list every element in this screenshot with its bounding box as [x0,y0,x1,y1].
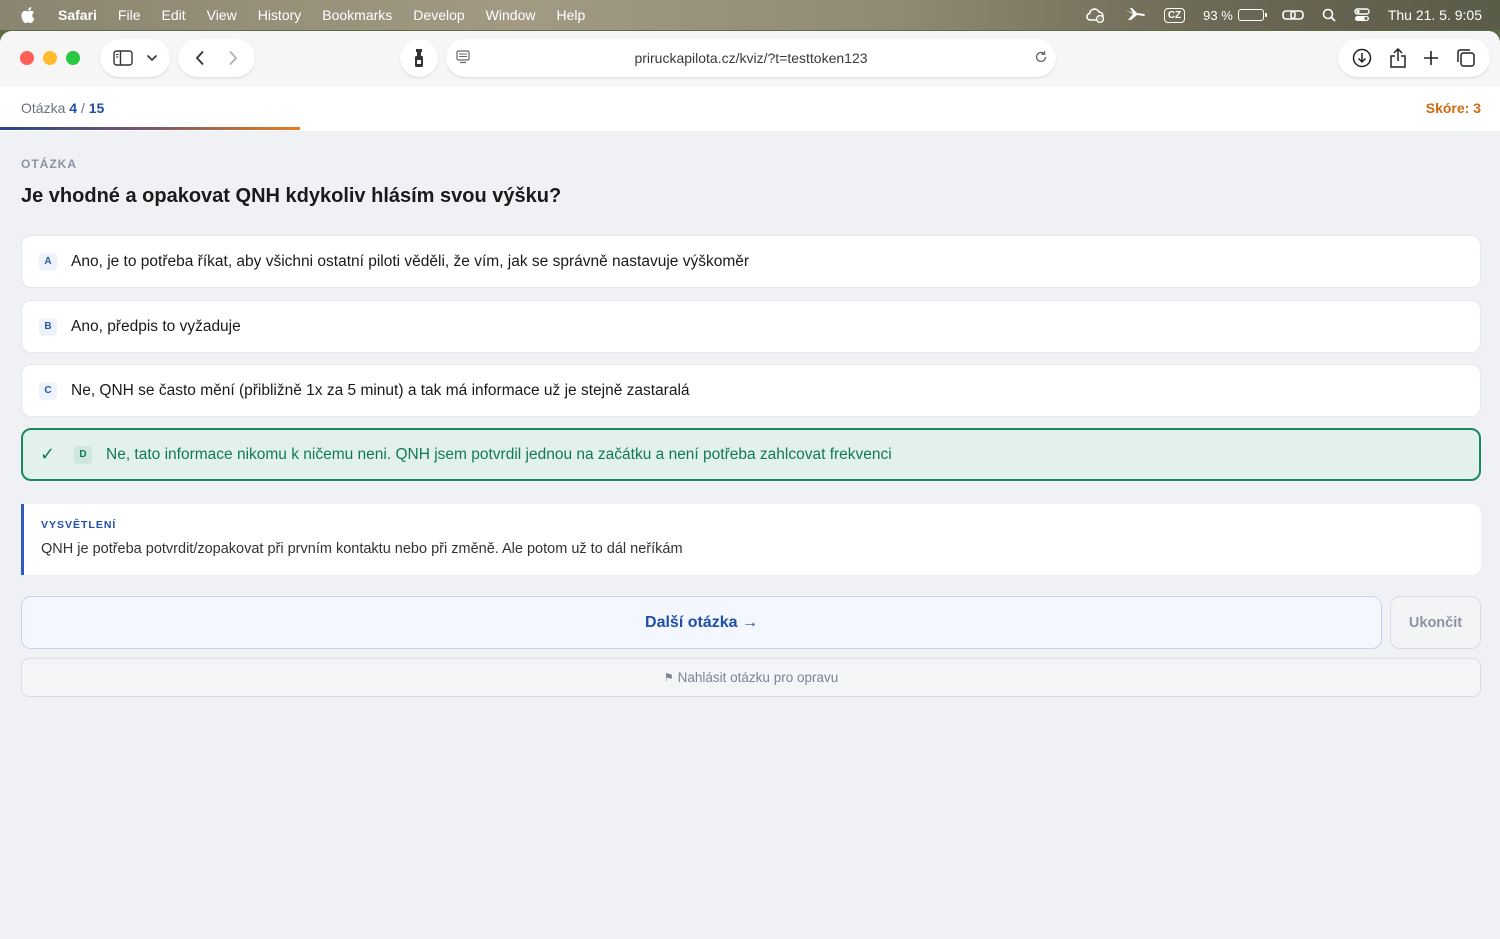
sidebar-icon[interactable] [112,50,133,66]
option-text: Ne, QNH se často mění (přibližně 1x za 5… [71,381,690,399]
airplane-icon[interactable] [1124,8,1146,22]
safari-window: priruckapilota.cz/kviz/?t=testtoken123 O [0,31,1500,939]
checkmark-icon: ✓ [40,444,56,464]
control-center-icon[interactable] [1354,8,1370,22]
quiz-progress-fill [0,127,300,130]
cloud-sync-icon[interactable] [1084,7,1106,23]
answer-option-c[interactable]: C Ne, QNH se často mění (přibližně 1x za… [21,364,1481,417]
extension-button[interactable] [400,39,438,77]
option-text: Ano, je to potřeba říkat, aby všichni os… [71,252,750,270]
answer-option-d[interactable]: ✓ D Ne, tato informace nikomu k ničemu n… [21,428,1481,481]
report-question-label: Nahlásit otázku pro opravu [677,670,839,685]
score-label: Skóre: 3 [1425,100,1481,116]
question-text: Je vhodné a opakovat QNH kdykoliv hlásím… [21,185,562,207]
option-letter-badge: C [39,381,57,400]
menu-app-name[interactable]: Safari [58,7,97,23]
address-bar[interactable]: priruckapilota.cz/kviz/?t=testtoken123 [446,39,1056,77]
zoom-window-button[interactable] [66,51,80,65]
share-icon[interactable] [1389,48,1407,68]
quiz-header: Otázka 4 / 15 Skóre: 3 [0,87,1500,131]
screen-mirroring-icon[interactable] [1282,8,1304,22]
forward-arrow-icon[interactable] [228,50,238,66]
question-counter: Otázka 4 / 15 [21,100,104,116]
menu-view[interactable]: View [207,7,237,23]
browser-tools-group [1338,39,1490,77]
reload-icon[interactable] [1034,50,1048,69]
flag-icon: ⚑ [663,672,674,684]
url-text: priruckapilota.cz/kviz/?t=testtoken123 [634,50,868,66]
browser-toolbar: priruckapilota.cz/kviz/?t=testtoken123 [0,31,1500,87]
quiz-page: Otázka 4 / 15 Skóre: 3 OTÁZKA Je vhodné … [0,87,1500,939]
explanation-text: QNH je potřeba potvrdit/zopakovat při pr… [41,541,683,557]
sidebar-toggle-group [100,39,170,77]
new-tab-icon[interactable] [1423,50,1439,66]
menu-history[interactable]: History [258,7,302,23]
menu-clock[interactable]: Thu 21. 5. 9:05 [1388,7,1482,23]
total-questions-number: 15 [88,100,105,116]
close-window-button[interactable] [20,51,34,65]
report-question-button[interactable]: ⚑ Nahlásit otázku pro opravu [21,658,1481,697]
chevron-down-icon[interactable] [146,54,158,62]
keyboard-layout-badge[interactable]: CZ [1163,7,1186,23]
option-text: Ne, tato informace nikomu k ničemu neni.… [106,445,892,463]
back-arrow-icon[interactable] [195,50,205,66]
search-icon[interactable] [1322,8,1336,22]
quiz-progress-bar [0,127,1500,130]
spray-bottle-icon [413,48,425,68]
option-letter-badge: A [39,252,57,271]
next-question-button[interactable]: Další otázka → [21,596,1382,649]
tab-overview-icon[interactable] [1456,48,1476,68]
question-section-label: OTÁZKA [21,157,77,171]
macos-menu-bar: Safari File Edit View History Bookmarks … [0,0,1500,30]
apple-logo-icon[interactable] [20,6,36,24]
explanation-box: VYSVĚTLENÍ QNH je potřeba potvrdit/zopak… [21,504,1481,575]
question-counter-separator: / [80,100,85,116]
explanation-title: VYSVĚTLENÍ [41,519,117,531]
downloads-icon[interactable] [1352,48,1372,68]
option-text: Ano, předpis to vyžaduje [71,317,241,335]
option-letter-badge: B [39,317,57,336]
answer-option-a[interactable]: A Ano, je to potřeba říkat, aby všichni … [21,235,1481,288]
battery-indicator[interactable]: 93 % [1203,7,1267,23]
menu-edit[interactable]: Edit [161,7,185,23]
menu-bookmarks[interactable]: Bookmarks [322,7,392,23]
end-quiz-button[interactable]: Ukončit [1390,596,1481,649]
menu-develop[interactable]: Develop [413,7,464,23]
option-letter-badge: D [74,445,92,464]
window-controls [20,51,80,65]
menu-help[interactable]: Help [556,7,585,23]
minimize-window-button[interactable] [43,51,57,65]
menu-file[interactable]: File [118,7,141,23]
current-question-number: 4 [69,100,78,116]
battery-percent: 93 % [1203,7,1233,23]
answer-option-b[interactable]: B Ano, předpis to vyžaduje [21,300,1481,353]
question-counter-prefix: Otázka [21,100,66,116]
navigation-group [178,39,255,77]
menu-window[interactable]: Window [486,7,536,23]
battery-icon [1237,9,1267,21]
